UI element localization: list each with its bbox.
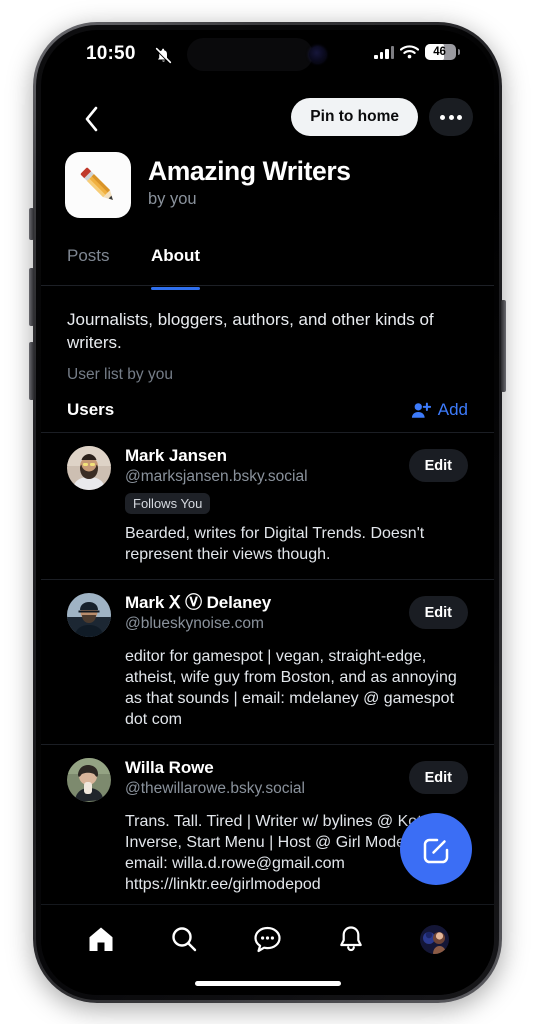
- user-row-top: Willa Rowe @thewillarowe.bsky.social Edi…: [67, 758, 468, 802]
- list-creator-label: User list by you: [67, 366, 173, 383]
- home-icon: [89, 927, 113, 951]
- user-bio: editor for gamespot | vegan, straight-ed…: [125, 648, 457, 728]
- user-handle: @blueskynoise.com: [125, 615, 264, 632]
- user-row-top: Mark Jansen @marksjansen.bsky.social Fol…: [67, 446, 468, 514]
- list-header-text: Amazing Writers by you: [148, 152, 351, 218]
- list-description: Journalists, bloggers, authors, and othe…: [67, 310, 434, 352]
- more-options-button[interactable]: [429, 98, 473, 136]
- pencil-emoji: [80, 167, 113, 200]
- back-button[interactable]: [72, 100, 110, 138]
- pin-to-home-button[interactable]: Pin to home: [291, 98, 418, 136]
- compose-button[interactable]: [400, 813, 472, 885]
- nav-profile[interactable]: [409, 916, 459, 962]
- volume-up-button[interactable]: [29, 268, 34, 326]
- nav-home[interactable]: [76, 916, 126, 962]
- status-badge: Follows You: [125, 493, 211, 514]
- list-item[interactable]: Mark Ⅹ Ⓥ Delaney @blueskynoise.com Edit …: [41, 580, 494, 744]
- avatar-image: [419, 924, 449, 954]
- chat-icon: [254, 926, 281, 952]
- edit-button[interactable]: Edit: [408, 761, 468, 794]
- user-info: Willa Rowe @thewillarowe.bsky.social: [125, 758, 395, 802]
- home-indicator: [194, 980, 341, 986]
- bell-icon: [340, 926, 362, 952]
- wifi-icon: [400, 45, 419, 59]
- bell-slash-icon: [155, 47, 172, 64]
- ellipsis-icon: [448, 114, 454, 120]
- tab-bar: Posts About: [41, 242, 494, 290]
- silent-switch[interactable]: [29, 208, 34, 240]
- edit-button[interactable]: Edit: [408, 449, 468, 482]
- top-navigation-bar: Pin to home: [41, 88, 494, 148]
- user-row-top: Mark Ⅹ Ⓥ Delaney @blueskynoise.com Edit: [67, 593, 468, 637]
- user-info: Mark Jansen @marksjansen.bsky.social Fol…: [125, 446, 395, 514]
- battery-level: 46: [433, 46, 446, 58]
- users-section-header: Users Add: [41, 384, 494, 432]
- page-title: Amazing Writers: [148, 156, 351, 186]
- user-name: Mark Jansen: [125, 446, 227, 465]
- status-bar: 10:50 46: [41, 30, 494, 88]
- bottom-nav-items: [41, 905, 494, 967]
- tab-about[interactable]: About: [151, 242, 201, 290]
- list-item[interactable]: Mark Jansen @marksjansen.bsky.social Fol…: [41, 433, 494, 579]
- avatar-image: [67, 758, 111, 802]
- user-info: Mark Ⅹ Ⓥ Delaney @blueskynoise.com: [125, 593, 395, 637]
- avatar[interactable]: [67, 593, 111, 637]
- battery-icon: 46: [425, 44, 460, 60]
- status-bar-clock: 10:50: [86, 43, 136, 64]
- avatar-image: [67, 593, 111, 637]
- edit-button[interactable]: Edit: [408, 596, 468, 629]
- add-user-button[interactable]: Add: [411, 400, 468, 420]
- nav-chat[interactable]: [242, 916, 292, 962]
- phone-screen: 10:50 46 Pin to home Amazing Writers by …: [41, 30, 494, 995]
- add-user-label: Add: [437, 400, 468, 419]
- bottom-navigation-bar: [41, 904, 494, 995]
- profile-avatar: [419, 924, 449, 954]
- avatar[interactable]: [67, 758, 111, 802]
- user-handle: @marksjansen.bsky.social: [125, 468, 308, 485]
- nav-search[interactable]: [159, 916, 209, 962]
- user-bio: Bearded, writes for Digital Trends. Does…: [125, 525, 425, 563]
- search-icon: [172, 927, 197, 952]
- person-plus-icon: [411, 402, 431, 418]
- list-byline: by you: [148, 190, 197, 208]
- cellular-signal-icon: [374, 45, 394, 59]
- power-button[interactable]: [501, 300, 506, 392]
- compose-icon: [423, 838, 449, 864]
- status-bar-indicators: 46: [374, 44, 460, 60]
- ellipsis-icon: [440, 114, 445, 120]
- chevron-left-icon: [85, 106, 97, 132]
- avatar[interactable]: [67, 446, 111, 490]
- front-camera-dot: [309, 46, 326, 63]
- user-handle: @thewillarowe.bsky.social: [125, 780, 305, 797]
- users-heading: Users: [67, 400, 115, 419]
- ellipsis-icon: [457, 114, 462, 120]
- screenshot-stage: 10:50 46 Pin to home Amazing Writers by …: [0, 0, 535, 1024]
- list-header: Amazing Writers by you: [41, 152, 494, 218]
- user-name: Willa Rowe: [125, 758, 214, 777]
- tab-posts[interactable]: Posts: [67, 242, 110, 290]
- dynamic-island: [187, 38, 313, 71]
- tab-about-label: About: [151, 246, 201, 265]
- tab-posts-label: Posts: [67, 246, 110, 265]
- volume-down-button[interactable]: [29, 342, 34, 400]
- avatar-image: [67, 446, 111, 490]
- list-avatar[interactable]: [65, 152, 131, 218]
- nav-notifications[interactable]: [326, 916, 376, 962]
- user-name: Mark Ⅹ Ⓥ Delaney: [125, 593, 272, 612]
